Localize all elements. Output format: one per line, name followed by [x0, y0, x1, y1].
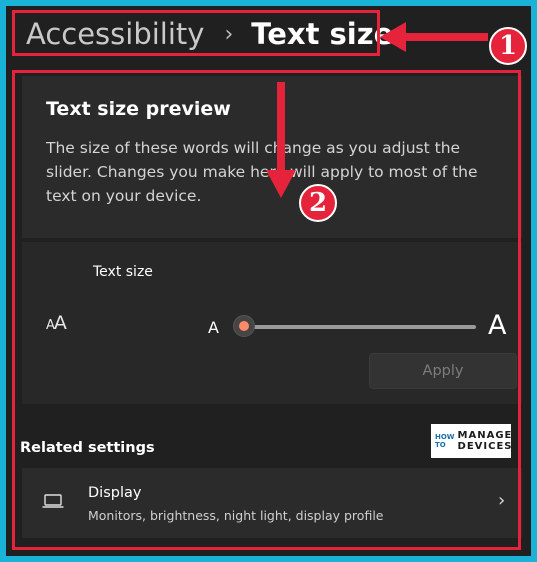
annotation-box-breadcrumb [12, 10, 380, 56]
annotation-box-content [12, 70, 521, 550]
annotation-badge-1: 1 [489, 27, 527, 65]
annotation-badge-2: 2 [299, 184, 337, 222]
